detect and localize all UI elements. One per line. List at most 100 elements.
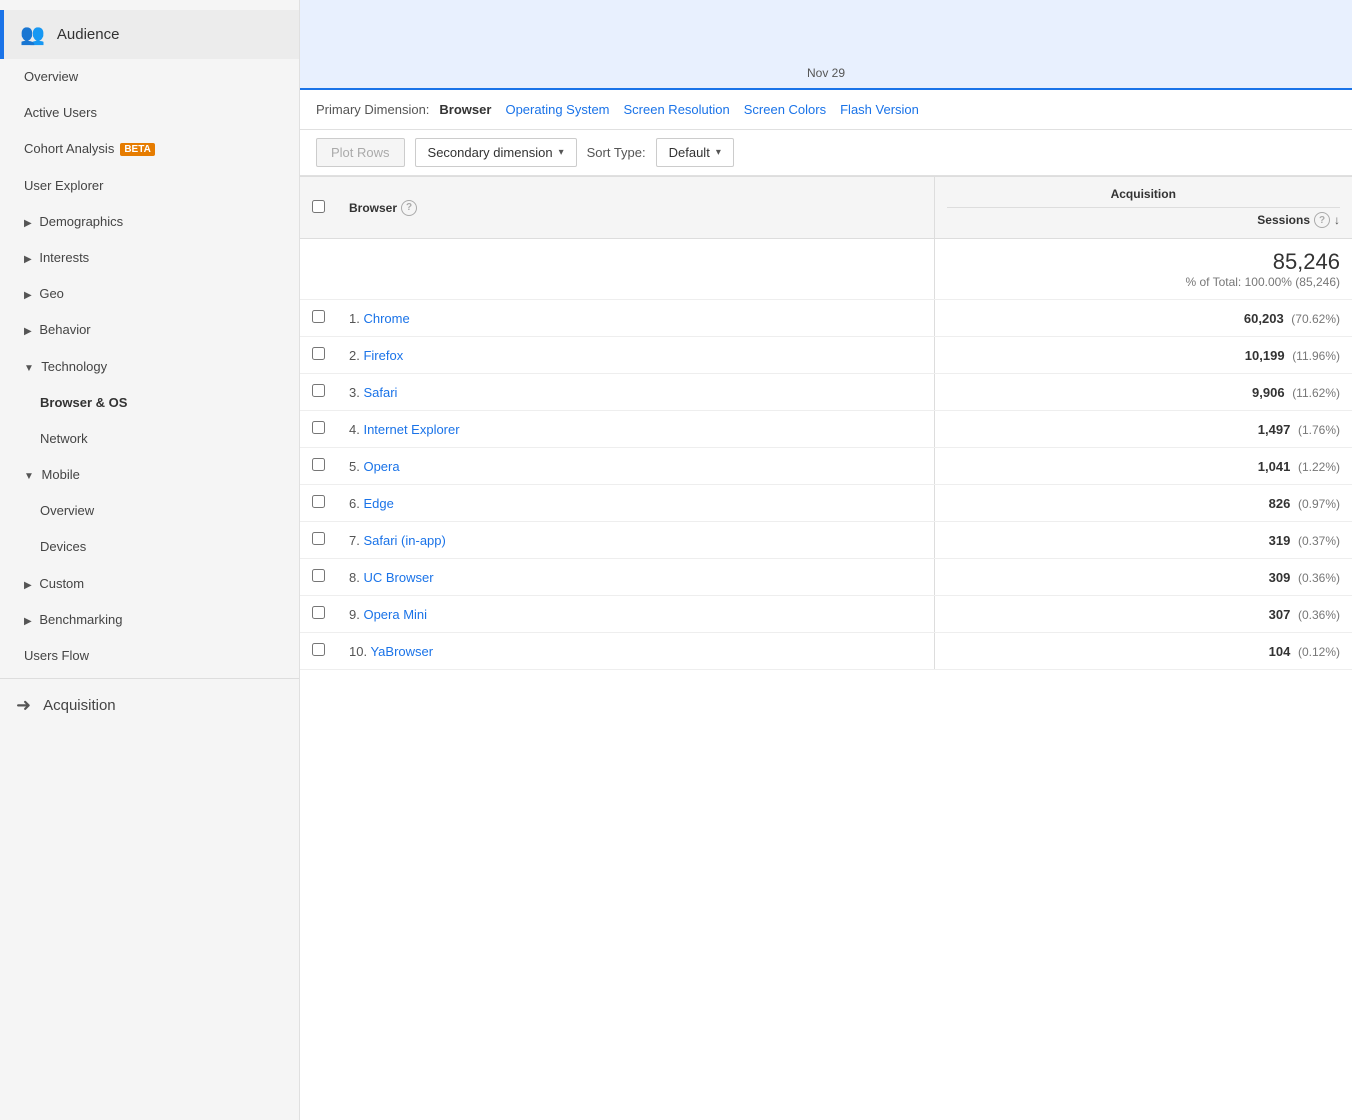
browser-link[interactable]: Opera	[363, 459, 399, 474]
arrow-icon: ▶	[24, 326, 32, 337]
sidebar-section-audience[interactable]: 👥 Audience	[0, 10, 299, 59]
sessions-pct: (0.36%)	[1298, 571, 1340, 585]
browser-link[interactable]: UC Browser	[363, 570, 433, 585]
acquisition-icon: ➜	[16, 695, 31, 716]
row-checkbox[interactable]	[312, 458, 325, 471]
sidebar-item-mobile[interactable]: ▼ Mobile	[0, 457, 299, 493]
date-label: Nov 29	[807, 66, 845, 80]
sidebar-item-geo[interactable]: ▶ Geo	[0, 276, 299, 312]
sidebar-item-label: Technology	[41, 359, 107, 374]
browser-link[interactable]: Safari (in-app)	[363, 533, 445, 548]
total-sessions-cell: 85,246 % of Total: 100.00% (85,246)	[934, 239, 1352, 300]
sessions-help-icon[interactable]: ?	[1314, 212, 1330, 228]
total-pct-label: % of Total: 100.00% (85,246)	[947, 275, 1340, 289]
sessions-count: 307	[1269, 607, 1291, 622]
row-checkbox[interactable]	[312, 347, 325, 360]
dim-link-screen-res[interactable]: Screen Resolution	[624, 102, 730, 117]
browser-link[interactable]: Firefox	[363, 348, 403, 363]
row-browser-cell: 8. UC Browser	[337, 559, 934, 596]
dim-link-os[interactable]: Operating System	[505, 102, 609, 117]
select-all-checkbox[interactable]	[312, 200, 325, 213]
row-checkbox[interactable]	[312, 569, 325, 582]
browser-link[interactable]: YaBrowser	[370, 644, 433, 659]
row-sessions-cell: 9,906 (11.62%)	[934, 374, 1352, 411]
sidebar-item-behavior[interactable]: ▶ Behavior	[0, 312, 299, 348]
row-num: 1.	[349, 311, 360, 326]
sort-default-dropdown[interactable]: Default ▾	[656, 138, 734, 167]
dim-link-flash-version[interactable]: Flash Version	[840, 102, 919, 117]
row-browser-cell: 5. Opera	[337, 448, 934, 485]
sidebar-item-label: Benchmarking	[39, 612, 122, 627]
row-num: 7.	[349, 533, 360, 548]
sessions-sort-icon[interactable]: ↓	[1334, 213, 1340, 227]
browser-link[interactable]: Opera Mini	[363, 607, 427, 622]
sidebar-item-label: Network	[40, 431, 88, 446]
sessions-count: 104	[1269, 644, 1291, 659]
sidebar-item-devices[interactable]: Devices	[0, 529, 299, 565]
total-row: 85,246 % of Total: 100.00% (85,246)	[300, 239, 1352, 300]
secondary-dimension-dropdown[interactable]: Secondary dimension ▾	[415, 138, 577, 167]
sidebar-item-active-users[interactable]: Active Users	[0, 95, 299, 131]
arrow-icon: ▶	[24, 290, 32, 301]
browser-link[interactable]: Edge	[363, 496, 393, 511]
row-checkbox[interactable]	[312, 384, 325, 397]
row-checkbox[interactable]	[312, 532, 325, 545]
primary-dimension-bar: Primary Dimension: Browser Operating Sys…	[300, 90, 1352, 130]
sidebar-item-label: Overview	[24, 69, 78, 84]
row-sessions-cell: 309 (0.36%)	[934, 559, 1352, 596]
sidebar-item-mobile-overview[interactable]: Overview	[0, 493, 299, 529]
row-checkbox-cell	[300, 337, 337, 374]
row-sessions-cell: 307 (0.36%)	[934, 596, 1352, 633]
row-browser-cell: 3. Safari	[337, 374, 934, 411]
row-checkbox[interactable]	[312, 606, 325, 619]
table-row: 4. Internet Explorer 1,497 (1.76%)	[300, 411, 1352, 448]
dim-link-screen-colors[interactable]: Screen Colors	[744, 102, 826, 117]
row-checkbox[interactable]	[312, 643, 325, 656]
sidebar-item-label: Browser & OS	[40, 395, 127, 410]
browser-table: Browser ? Acquisition Sessions ? ↓	[300, 176, 1352, 670]
row-checkbox-cell	[300, 522, 337, 559]
sidebar-item-label: Overview	[40, 503, 94, 518]
row-browser-cell: 4. Internet Explorer	[337, 411, 934, 448]
sidebar-item-custom[interactable]: ▶ Custom	[0, 566, 299, 602]
sessions-count: 826	[1269, 496, 1291, 511]
chart-area: Nov 29	[300, 0, 1352, 90]
sidebar-item-overview[interactable]: Overview	[0, 59, 299, 95]
arrow-icon: ▶	[24, 254, 32, 265]
row-checkbox-cell	[300, 300, 337, 337]
sessions-count: 1,497	[1258, 422, 1291, 437]
sidebar-item-benchmarking[interactable]: ▶ Benchmarking	[0, 602, 299, 638]
beta-badge: BETA	[120, 143, 154, 156]
sidebar-item-demographics[interactable]: ▶ Demographics	[0, 204, 299, 240]
row-checkbox[interactable]	[312, 421, 325, 434]
sidebar-item-cohort-analysis[interactable]: Cohort AnalysisBETA	[0, 131, 299, 167]
browser-link[interactable]: Internet Explorer	[363, 422, 459, 437]
plot-rows-button[interactable]: Plot Rows	[316, 138, 405, 167]
sessions-pct: (70.62%)	[1291, 312, 1340, 326]
sidebar-item-network[interactable]: Network	[0, 421, 299, 457]
sidebar-item-acquisition[interactable]: ➜ Acquisition	[0, 683, 299, 728]
sessions-pct: (0.37%)	[1298, 534, 1340, 548]
sidebar-item-browser-os[interactable]: Browser & OS	[0, 385, 299, 421]
row-num: 3.	[349, 385, 360, 400]
sidebar-item-label: Devices	[40, 539, 86, 554]
row-sessions-cell: 1,497 (1.76%)	[934, 411, 1352, 448]
sidebar-item-interests[interactable]: ▶ Interests	[0, 240, 299, 276]
browser-help-icon[interactable]: ?	[401, 200, 417, 216]
arrow-icon: ▶	[24, 580, 32, 591]
row-num: 6.	[349, 496, 360, 511]
sessions-count: 60,203	[1244, 311, 1284, 326]
row-checkbox-cell	[300, 596, 337, 633]
sidebar-item-users-flow[interactable]: Users Flow	[0, 638, 299, 674]
row-checkbox[interactable]	[312, 495, 325, 508]
sidebar-item-user-explorer[interactable]: User Explorer	[0, 168, 299, 204]
browser-link[interactable]: Safari	[363, 385, 397, 400]
sort-type-label: Sort Type:	[587, 145, 646, 160]
table-row: 9. Opera Mini 307 (0.36%)	[300, 596, 1352, 633]
row-checkbox[interactable]	[312, 310, 325, 323]
sidebar-item-label: Geo	[39, 286, 64, 301]
sidebar-item-technology[interactable]: ▼ Technology	[0, 349, 299, 385]
sessions-pct: (11.96%)	[1292, 349, 1340, 363]
browser-link[interactable]: Chrome	[363, 311, 409, 326]
arrow-icon: ▼	[24, 471, 34, 482]
